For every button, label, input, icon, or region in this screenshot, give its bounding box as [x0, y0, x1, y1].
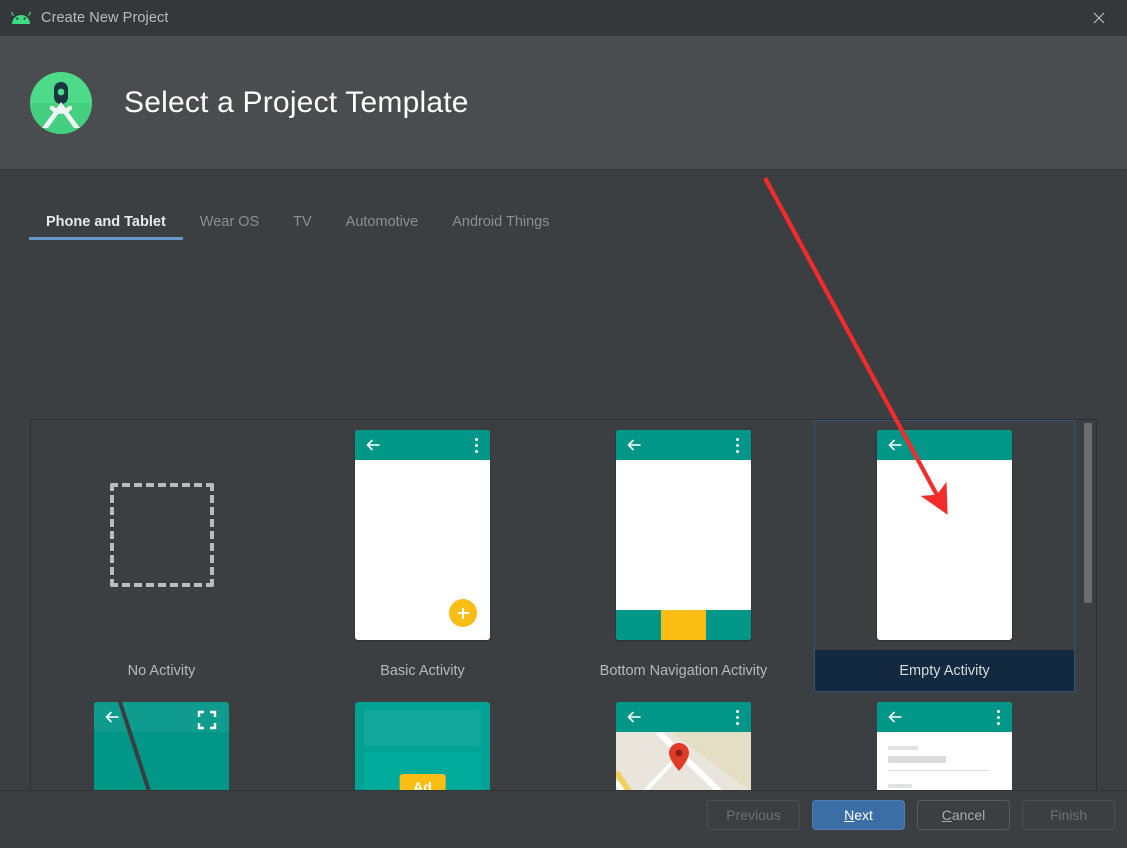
- template-grid: No Activity: [31, 420, 1077, 848]
- window-title: Create New Project: [41, 10, 169, 26]
- back-arrow-icon: [104, 709, 120, 730]
- nav-item-active: [661, 610, 706, 640]
- template-thumbnail: [292, 420, 553, 650]
- cancel-button[interactable]: Cancel: [917, 800, 1010, 830]
- bottom-navigation-bar: [616, 610, 751, 640]
- field-value-placeholder: [888, 756, 946, 763]
- next-button-mnemonic: N: [844, 807, 854, 823]
- map-pin-icon: [668, 742, 688, 770]
- phone-preview: [877, 430, 1012, 640]
- finish-button-label: Finish: [1050, 807, 1087, 823]
- previous-button-label: Previous: [726, 807, 780, 823]
- next-button-label: ext: [854, 807, 873, 823]
- app-bar: [616, 702, 751, 732]
- back-arrow-icon: [887, 437, 903, 453]
- template-card-basic-activity[interactable]: Basic Activity: [292, 420, 553, 692]
- tab-tv[interactable]: TV: [276, 214, 329, 240]
- back-arrow-icon: [365, 437, 381, 453]
- field-hint-placeholder: [888, 784, 912, 788]
- previous-button[interactable]: Previous: [707, 800, 800, 830]
- create-new-project-dialog: Create New Project Select a Project Temp…: [0, 0, 1127, 848]
- back-arrow-icon: [626, 437, 642, 453]
- template-card-label: Basic Activity: [292, 650, 553, 692]
- page-title: Select a Project Template: [124, 86, 469, 120]
- template-card-label: No Activity: [31, 650, 292, 692]
- cancel-button-mnemonic: C: [942, 807, 952, 823]
- tab-label: Automotive: [346, 214, 419, 230]
- tab-label: Android Things: [452, 214, 549, 230]
- android-head-icon: [10, 10, 32, 26]
- nav-item: [616, 610, 661, 640]
- tab-label: TV: [293, 214, 312, 230]
- tab-label: Wear OS: [200, 214, 259, 230]
- template-thumbnail: [814, 420, 1075, 650]
- close-icon[interactable]: [1071, 0, 1127, 36]
- template-card-no-activity[interactable]: No Activity: [31, 420, 292, 692]
- template-card-empty-activity[interactable]: Empty Activity: [814, 420, 1075, 692]
- floating-action-button-icon: [449, 599, 477, 627]
- tab-automotive[interactable]: Automotive: [329, 214, 436, 240]
- fullscreen-expand-icon: [197, 710, 217, 730]
- template-grid-panel: No Activity: [30, 419, 1097, 848]
- back-arrow-icon: [887, 709, 903, 725]
- dialog-button-row: Previous Next Cancel Finish: [707, 800, 1115, 830]
- dialog-body: Phone and Tablet Wear OS TV Automotive A…: [0, 171, 1127, 848]
- template-thumbnail: [31, 420, 292, 650]
- template-grid-scrollbar[interactable]: [1081, 421, 1095, 848]
- phone-preview: [355, 430, 490, 640]
- tab-wear-os[interactable]: Wear OS: [183, 214, 276, 240]
- template-card-label: Bottom Navigation Activity: [553, 650, 814, 692]
- template-category-tabs: Phone and Tablet Wear OS TV Automotive A…: [29, 200, 567, 240]
- app-bar: [616, 430, 751, 460]
- tab-android-things[interactable]: Android Things: [435, 214, 566, 240]
- overflow-menu-icon: [475, 438, 479, 453]
- window-titlebar: Create New Project: [0, 0, 1127, 36]
- app-bar: [364, 710, 481, 746]
- back-arrow-icon: [626, 709, 642, 725]
- finish-button[interactable]: Finish: [1022, 800, 1115, 830]
- android-studio-logo: [28, 70, 94, 136]
- template-card-bottom-navigation-activity[interactable]: Bottom Navigation Activity: [553, 420, 814, 692]
- template-card-label: Empty Activity: [814, 650, 1075, 692]
- app-bar: [877, 430, 1012, 460]
- tab-phone-and-tablet[interactable]: Phone and Tablet: [29, 214, 183, 240]
- field-underline: [888, 770, 990, 771]
- next-button[interactable]: Next: [812, 800, 905, 830]
- overflow-menu-icon: [736, 710, 740, 725]
- app-bar: [877, 702, 1012, 732]
- tab-label: Phone and Tablet: [46, 214, 166, 230]
- app-bar: [355, 430, 490, 460]
- scrollbar-thumb[interactable]: [1084, 423, 1092, 603]
- dialog-header: Select a Project Template: [0, 36, 1127, 170]
- phone-preview: [616, 430, 751, 640]
- field-hint-placeholder: [888, 746, 918, 750]
- overflow-menu-icon: [997, 710, 1001, 725]
- nav-item: [706, 610, 751, 640]
- dashed-square-icon: [110, 483, 214, 587]
- dialog-footer: Previous Next Cancel Finish: [0, 790, 1127, 848]
- template-thumbnail: [553, 420, 814, 650]
- cancel-button-label: ancel: [952, 807, 985, 823]
- overflow-menu-icon: [736, 438, 740, 453]
